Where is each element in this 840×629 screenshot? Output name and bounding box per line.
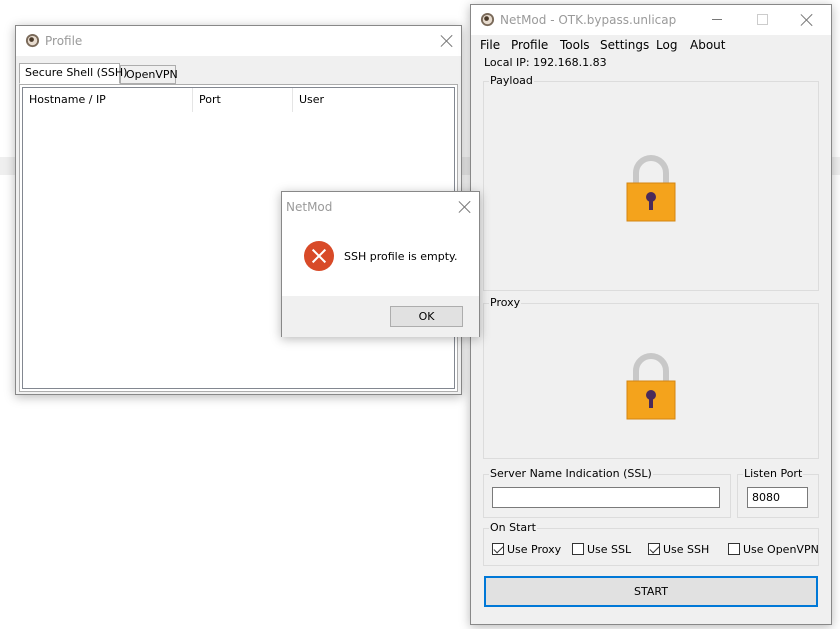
use-ssl-checkbox[interactable] — [572, 543, 584, 555]
menu-file[interactable]: File — [480, 38, 500, 52]
ok-button[interactable]: OK — [390, 306, 463, 327]
payload-label: Payload — [489, 74, 534, 87]
menu-log[interactable]: Log — [656, 38, 677, 52]
close-icon[interactable] — [440, 34, 454, 48]
message-text: SSH profile is empty. — [344, 250, 458, 263]
lock-icon[interactable] — [625, 155, 677, 223]
message-box-title: NetMod — [286, 200, 333, 214]
use-proxy-checkbox[interactable] — [492, 543, 504, 555]
message-box-body: SSH profile is empty. — [282, 222, 479, 296]
main-title: NetMod - OTK.bypass.unlicap — [500, 13, 677, 27]
proxy-group: Proxy — [483, 296, 819, 459]
app-icon — [480, 12, 495, 27]
tab-ssh[interactable]: Secure Shell (SSH) — [19, 63, 127, 84]
close-icon[interactable] — [800, 13, 814, 27]
main-titlebar[interactable]: NetMod - OTK.bypass.unlicap — [471, 5, 831, 35]
use-openvpn-label: Use OpenVPN — [743, 543, 819, 556]
proxy-label: Proxy — [489, 296, 522, 309]
profile-titlebar[interactable]: Profile — [16, 26, 461, 56]
sni-group: Server Name Indication (SSL) — [483, 467, 731, 518]
use-openvpn-option[interactable]: Use OpenVPN — [728, 543, 819, 556]
use-openvpn-checkbox[interactable] — [728, 543, 740, 555]
use-ssh-option[interactable]: Use SSH — [648, 543, 709, 556]
start-button[interactable]: START — [484, 576, 818, 607]
sni-input[interactable] — [492, 487, 720, 508]
lock-icon[interactable] — [625, 353, 677, 421]
column-header-port[interactable]: Port — [193, 88, 293, 112]
use-proxy-option[interactable]: Use Proxy — [492, 543, 561, 556]
error-icon — [304, 241, 334, 271]
netmod-main-window: NetMod - OTK.bypass.unlicap File Profile… — [470, 4, 832, 625]
message-box-footer: OK — [282, 296, 479, 337]
use-ssh-checkbox[interactable] — [648, 543, 660, 555]
tab-openvpn[interactable]: OpenVPN — [120, 65, 178, 84]
minimize-icon[interactable] — [712, 19, 722, 20]
on-start-label: On Start — [489, 521, 537, 534]
listen-port-label: Listen Port — [743, 467, 804, 480]
app-icon — [25, 33, 40, 48]
local-ip-label: Local IP: 192.168.1.83 — [484, 56, 607, 69]
error-message-box: NetMod SSH profile is empty. OK — [281, 191, 480, 337]
close-icon[interactable] — [458, 200, 472, 214]
menu-tools[interactable]: Tools — [560, 38, 590, 52]
sni-label: Server Name Indication (SSL) — [489, 467, 653, 480]
use-ssl-label: Use SSL — [587, 543, 632, 556]
menu-about[interactable]: About — [690, 38, 725, 52]
message-box-titlebar[interactable]: NetMod — [282, 192, 479, 222]
profile-title: Profile — [45, 34, 83, 48]
use-ssh-label: Use SSH — [663, 543, 710, 556]
payload-group: Payload — [483, 74, 819, 291]
column-header-user[interactable]: User — [293, 88, 453, 112]
menu-bar: File Profile Tools Settings Log About — [471, 35, 831, 53]
maximize-icon[interactable] — [757, 14, 768, 25]
menu-profile[interactable]: Profile — [511, 38, 548, 52]
use-proxy-label: Use Proxy — [507, 543, 562, 556]
listen-port-group: Listen Port 8080 — [737, 467, 819, 518]
listen-port-input[interactable]: 8080 — [747, 487, 808, 508]
menu-settings[interactable]: Settings — [600, 38, 649, 52]
column-header-hostname[interactable]: Hostname / IP — [23, 88, 193, 112]
use-ssl-option[interactable]: Use SSL — [572, 543, 631, 556]
